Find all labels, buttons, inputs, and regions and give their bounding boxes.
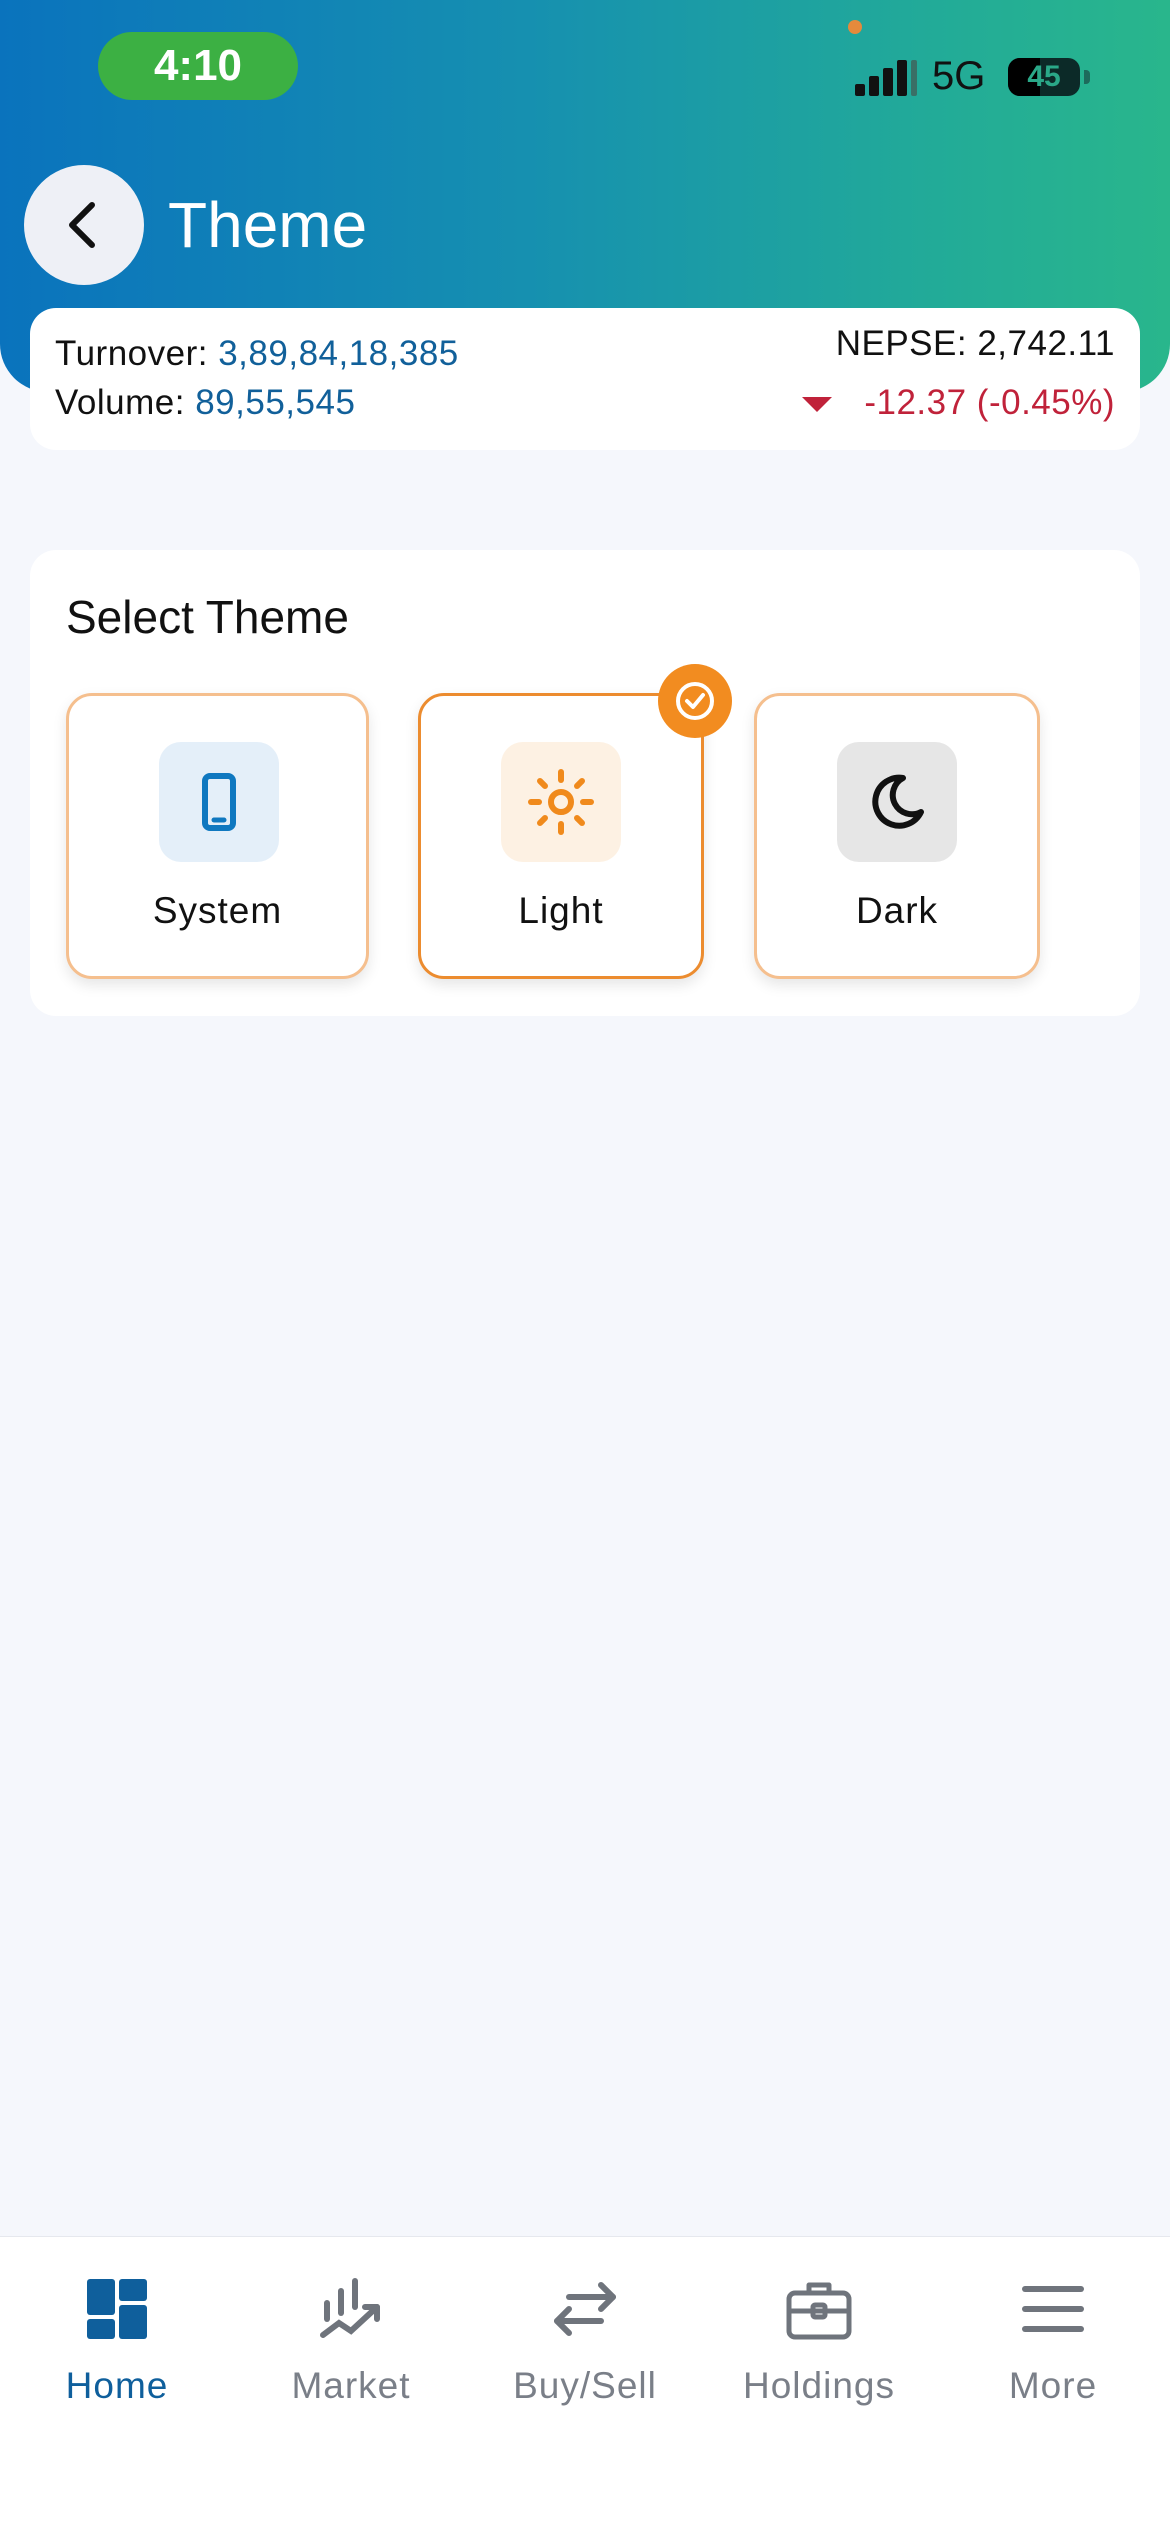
nav-label-buy-sell: Buy/Sell — [513, 2365, 657, 2406]
nav-item-buy-sell[interactable]: Buy/Sell — [468, 2237, 702, 2437]
theme-option-system[interactable]: System — [66, 693, 369, 979]
turnover-value: 3,89,84,18,385 — [218, 334, 459, 373]
sun-icon — [528, 769, 594, 835]
market-summary-card: Turnover: 3,89,84,18,385 Volume: 89,55,5… — [30, 308, 1140, 450]
nav-label-holdings: Holdings — [743, 2365, 895, 2406]
battery-tip — [1084, 70, 1090, 84]
nav-label-more: More — [1008, 2365, 1098, 2406]
nav-label-market: Market — [291, 2365, 411, 2406]
swap-arrows-icon — [554, 2282, 616, 2336]
volume-label: Volume: — [55, 383, 185, 422]
selected-check-icon — [658, 664, 732, 738]
volume-value: 89,55,545 — [195, 383, 356, 422]
market-chart-icon — [320, 2278, 380, 2338]
page-title: Theme — [168, 189, 368, 261]
light-icon-box — [501, 742, 621, 862]
back-button[interactable] — [24, 165, 144, 285]
index-change-row: -12.37 (-0.45%) — [802, 383, 1115, 423]
volume-row: Volume: 89,55,545 — [55, 383, 355, 423]
turnover-label: Turnover: — [55, 334, 208, 373]
moon-icon — [872, 774, 924, 829]
bottom-navigation: Home Market Buy/Sell Holdings More — [0, 2236, 1170, 2532]
home-grid-icon — [87, 2279, 147, 2339]
nav-item-holdings[interactable]: Holdings — [702, 2237, 936, 2437]
theme-selection-card: Select Theme System Light Dark — [30, 550, 1140, 1016]
nav-item-more[interactable]: More — [936, 2237, 1170, 2437]
menu-icon — [1022, 2286, 1084, 2332]
theme-label-system: System — [152, 890, 283, 931]
battery-icon: 45 — [1008, 58, 1080, 96]
cellular-signal-icon — [855, 60, 917, 96]
status-time: 4:10 — [98, 32, 298, 100]
down-triangle-icon — [802, 397, 833, 413]
briefcase-icon — [786, 2282, 852, 2340]
nav-item-home[interactable]: Home — [0, 2237, 234, 2437]
theme-option-light[interactable]: Light — [418, 693, 704, 979]
check-circle-icon — [676, 682, 714, 720]
nav-item-market[interactable]: Market — [234, 2237, 468, 2437]
nav-label-home: Home — [65, 2365, 169, 2406]
theme-label-dark: Dark — [855, 890, 939, 931]
index-label: NEPSE: — [835, 324, 968, 363]
phone-icon — [202, 773, 236, 831]
index-row: NEPSE: 2,742.11 — [836, 324, 1115, 364]
theme-screen: 4:10 5G 45 Theme Turnover: 3,89,84,18,38… — [0, 0, 1170, 2532]
turnover-row: Turnover: 3,89,84,18,385 — [55, 334, 459, 374]
privacy-indicator-dot — [848, 20, 862, 34]
index-change: -12.37 (-0.45%) — [864, 383, 1115, 422]
battery-level: 45 — [1027, 60, 1061, 93]
theme-option-dark[interactable]: Dark — [754, 693, 1040, 979]
system-icon-box — [159, 742, 279, 862]
index-value: 2,742.11 — [977, 324, 1115, 363]
chevron-left-icon — [69, 202, 95, 248]
select-theme-heading: Select Theme — [66, 591, 349, 643]
theme-label-light: Light — [518, 890, 604, 931]
network-type: 5G — [932, 54, 986, 98]
dark-icon-box — [837, 742, 957, 862]
